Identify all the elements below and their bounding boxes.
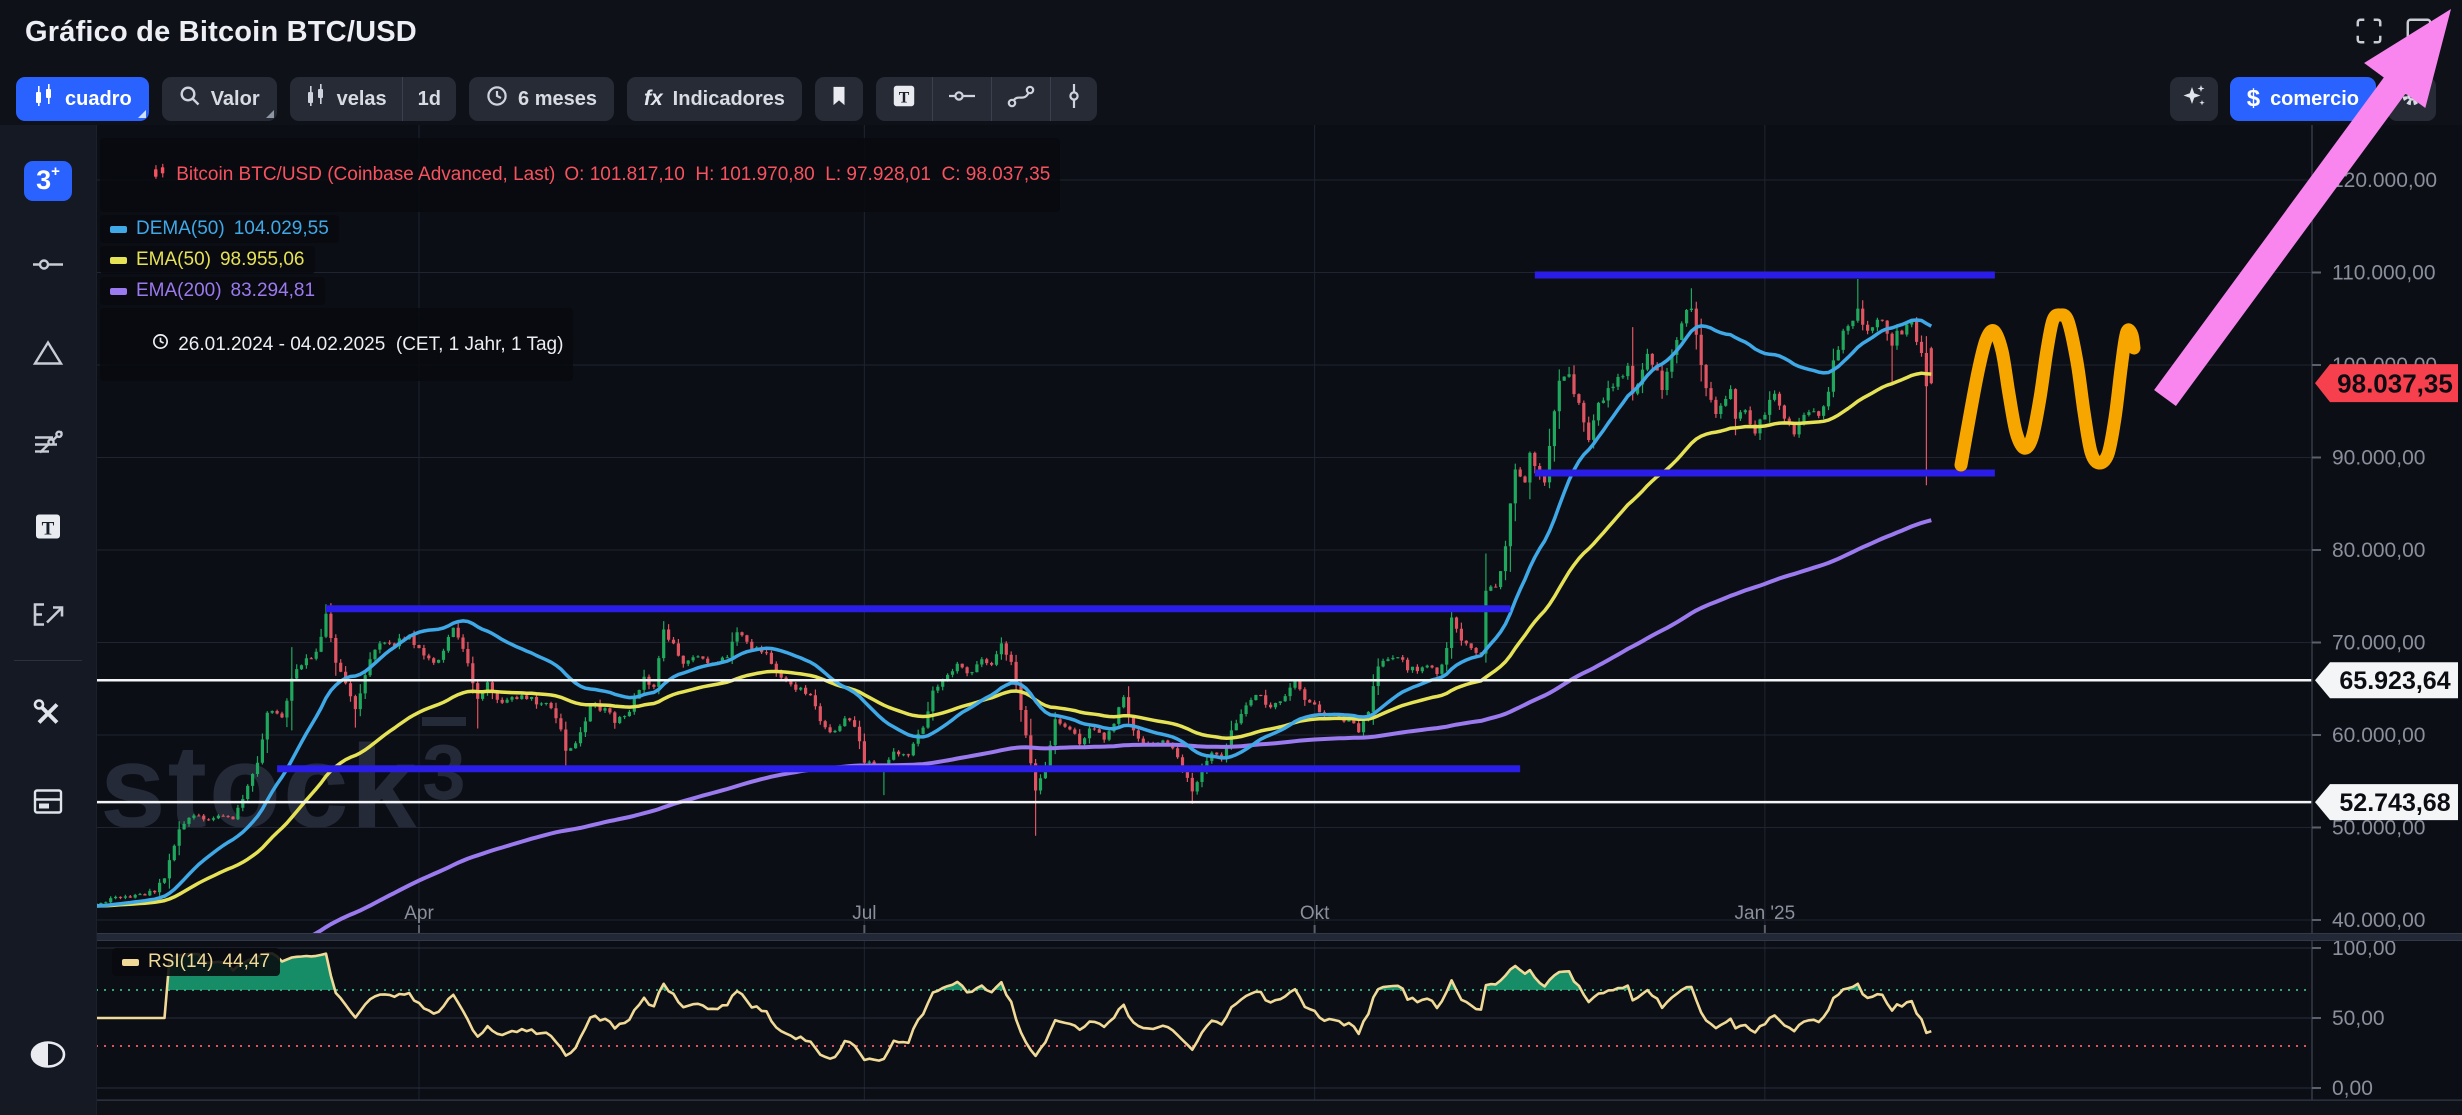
symbol-search-label: Valor — [211, 88, 260, 111]
horizontal-line-tool-button[interactable] — [932, 77, 991, 121]
bookmark-icon — [828, 84, 850, 114]
watermark-word: stock — [100, 721, 418, 853]
watermark-sup: 3 — [422, 717, 465, 816]
trade-label: comercio — [2270, 88, 2359, 111]
horizontal-line-icon — [948, 84, 976, 114]
text-tool-button[interactable]: T — [876, 77, 932, 121]
vertical-line-icon — [1066, 83, 1082, 115]
chart-type-button[interactable]: cuadro — [16, 77, 149, 121]
text-tool-icon: T — [891, 83, 917, 115]
ema200-value: 83.294,81 — [231, 280, 316, 302]
date-range-text: 26.01.2024 - 04.02.2025 (CET, 1 Jahr, 1 … — [178, 334, 563, 356]
chart-toolbar: cuadro Valor — [0, 69, 2462, 126]
dema-swatch — [110, 226, 127, 233]
indicators-label: Indicadores — [673, 88, 785, 111]
gear-icon — [2399, 83, 2425, 115]
svg-text:T: T — [899, 90, 910, 107]
layout-panels-icon — [31, 787, 65, 822]
sidebar-item-text-tool[interactable]: T — [32, 511, 64, 548]
date-range-label: 6 meses — [518, 88, 597, 111]
ema200-label: EMA(200) — [136, 280, 222, 302]
interval-label: 1d — [418, 88, 441, 111]
sidebar-divider — [14, 660, 82, 661]
rsi-legend: RSI(14) 44,47 — [112, 948, 280, 976]
candle-style-label: velas — [337, 88, 387, 111]
bookmark-button[interactable] — [815, 77, 863, 121]
dema-value: 104.029,55 — [234, 218, 329, 240]
sidebar-item-trendline-tool[interactable] — [31, 248, 65, 287]
candlestick-icon — [110, 141, 167, 209]
stock3-logo[interactable]: 3 + — [24, 161, 72, 201]
symbol-search-button[interactable]: Valor — [162, 77, 277, 121]
header-bar: Gráfico de Bitcoin BTC/USD — [0, 0, 2462, 69]
ai-assistant-button[interactable] — [2170, 77, 2218, 121]
fullscreen-icon[interactable] — [2354, 16, 2384, 46]
dema-label: DEMA(50) — [136, 218, 225, 240]
text-tool-icon: T — [32, 511, 64, 548]
symbol-legend-ohlc: O: 101.817,10 H: 101.970,80 L: 97.928,01… — [564, 164, 1050, 186]
corner-fold — [138, 110, 146, 118]
ema50-value: 98.955,06 — [220, 249, 305, 271]
svg-text:T: T — [42, 519, 55, 540]
contrast-icon — [30, 1040, 66, 1075]
settings-button[interactable] — [2388, 77, 2436, 121]
indicator-legend: Bitcoin BTC/USD (Coinbase Advanced, Last… — [100, 138, 1060, 381]
ema200-swatch — [110, 288, 127, 295]
date-range-button[interactable]: 6 meses — [469, 77, 614, 121]
candlestick-icon — [33, 84, 55, 114]
ema200-legend-row[interactable]: EMA(200) 83.294,81 — [100, 277, 325, 305]
left-sidebar: 3 + — [0, 125, 97, 1115]
candlestick-icon — [305, 84, 327, 114]
fx-icon: fx — [644, 87, 663, 111]
trade-button[interactable]: $ comercio — [2230, 77, 2376, 121]
ema50-swatch — [110, 257, 127, 264]
stock3-watermark: stock3 — [100, 728, 466, 846]
sidebar-item-layout[interactable] — [31, 787, 65, 822]
drawing-tools-group: T — [876, 77, 1097, 121]
clock-icon — [486, 85, 508, 113]
candle-style-button[interactable]: velas — [290, 77, 402, 121]
curve-tool-icon — [1007, 83, 1035, 115]
corner-fold — [266, 110, 274, 118]
curve-tool-button[interactable] — [991, 77, 1050, 121]
rsi-label: RSI(14) — [148, 951, 213, 973]
rsi-swatch — [122, 959, 139, 966]
logo-plus-glyph: + — [51, 161, 60, 183]
clock-icon — [110, 311, 169, 378]
search-icon — [179, 85, 201, 113]
candle-interval-group: velas 1d — [290, 77, 456, 121]
dollar-icon: $ — [2247, 85, 2260, 113]
screenshot-icon[interactable] — [2404, 16, 2434, 46]
ema50-legend-row[interactable]: EMA(50) 98.955,06 — [100, 246, 315, 274]
sidebar-item-shapes-tool[interactable] — [31, 337, 65, 376]
symbol-legend-row[interactable]: Bitcoin BTC/USD (Coinbase Advanced, Last… — [100, 138, 1060, 212]
forecast-icon — [30, 599, 66, 636]
sidebar-item-forecast-tool[interactable] — [30, 599, 66, 636]
interval-button[interactable]: 1d — [402, 77, 456, 121]
dema-legend-row[interactable]: DEMA(50) 104.029,55 — [100, 215, 339, 243]
pane-separator[interactable] — [96, 933, 2462, 941]
pattern-lines-icon — [31, 424, 65, 463]
logo-glyph: 3 — [36, 161, 51, 199]
rsi-legend-row[interactable]: RSI(14) 44,47 — [112, 948, 280, 976]
date-range-row[interactable]: 26.01.2024 - 04.02.2025 (CET, 1 Jahr, 1 … — [100, 308, 573, 381]
page-title: Gráfico de Bitcoin BTC/USD — [25, 16, 417, 49]
trendline-icon — [31, 248, 65, 287]
indicators-button[interactable]: fx Indicadores — [627, 77, 802, 121]
sidebar-item-stock3-logo[interactable]: 3 + — [24, 161, 72, 201]
sidebar-item-theme-toggle[interactable] — [30, 1040, 66, 1075]
ema50-label: EMA(50) — [136, 249, 211, 271]
chart-application: Gráfico de Bitcoin BTC/USD — [0, 0, 2462, 1115]
rsi-value: 44,47 — [222, 951, 270, 973]
sidebar-item-pattern-tool[interactable] — [31, 424, 65, 463]
symbol-legend-title: Bitcoin BTC/USD (Coinbase Advanced, Last… — [176, 164, 555, 186]
sparkles-icon — [2181, 83, 2207, 115]
chart-type-label: cuadro — [65, 88, 132, 111]
crossed-tools-icon — [31, 697, 65, 736]
triangle-icon — [31, 337, 65, 376]
vertical-line-tool-button[interactable] — [1050, 77, 1097, 121]
bottom-axis-strip — [96, 1100, 2462, 1115]
sidebar-item-tools[interactable] — [31, 697, 65, 736]
